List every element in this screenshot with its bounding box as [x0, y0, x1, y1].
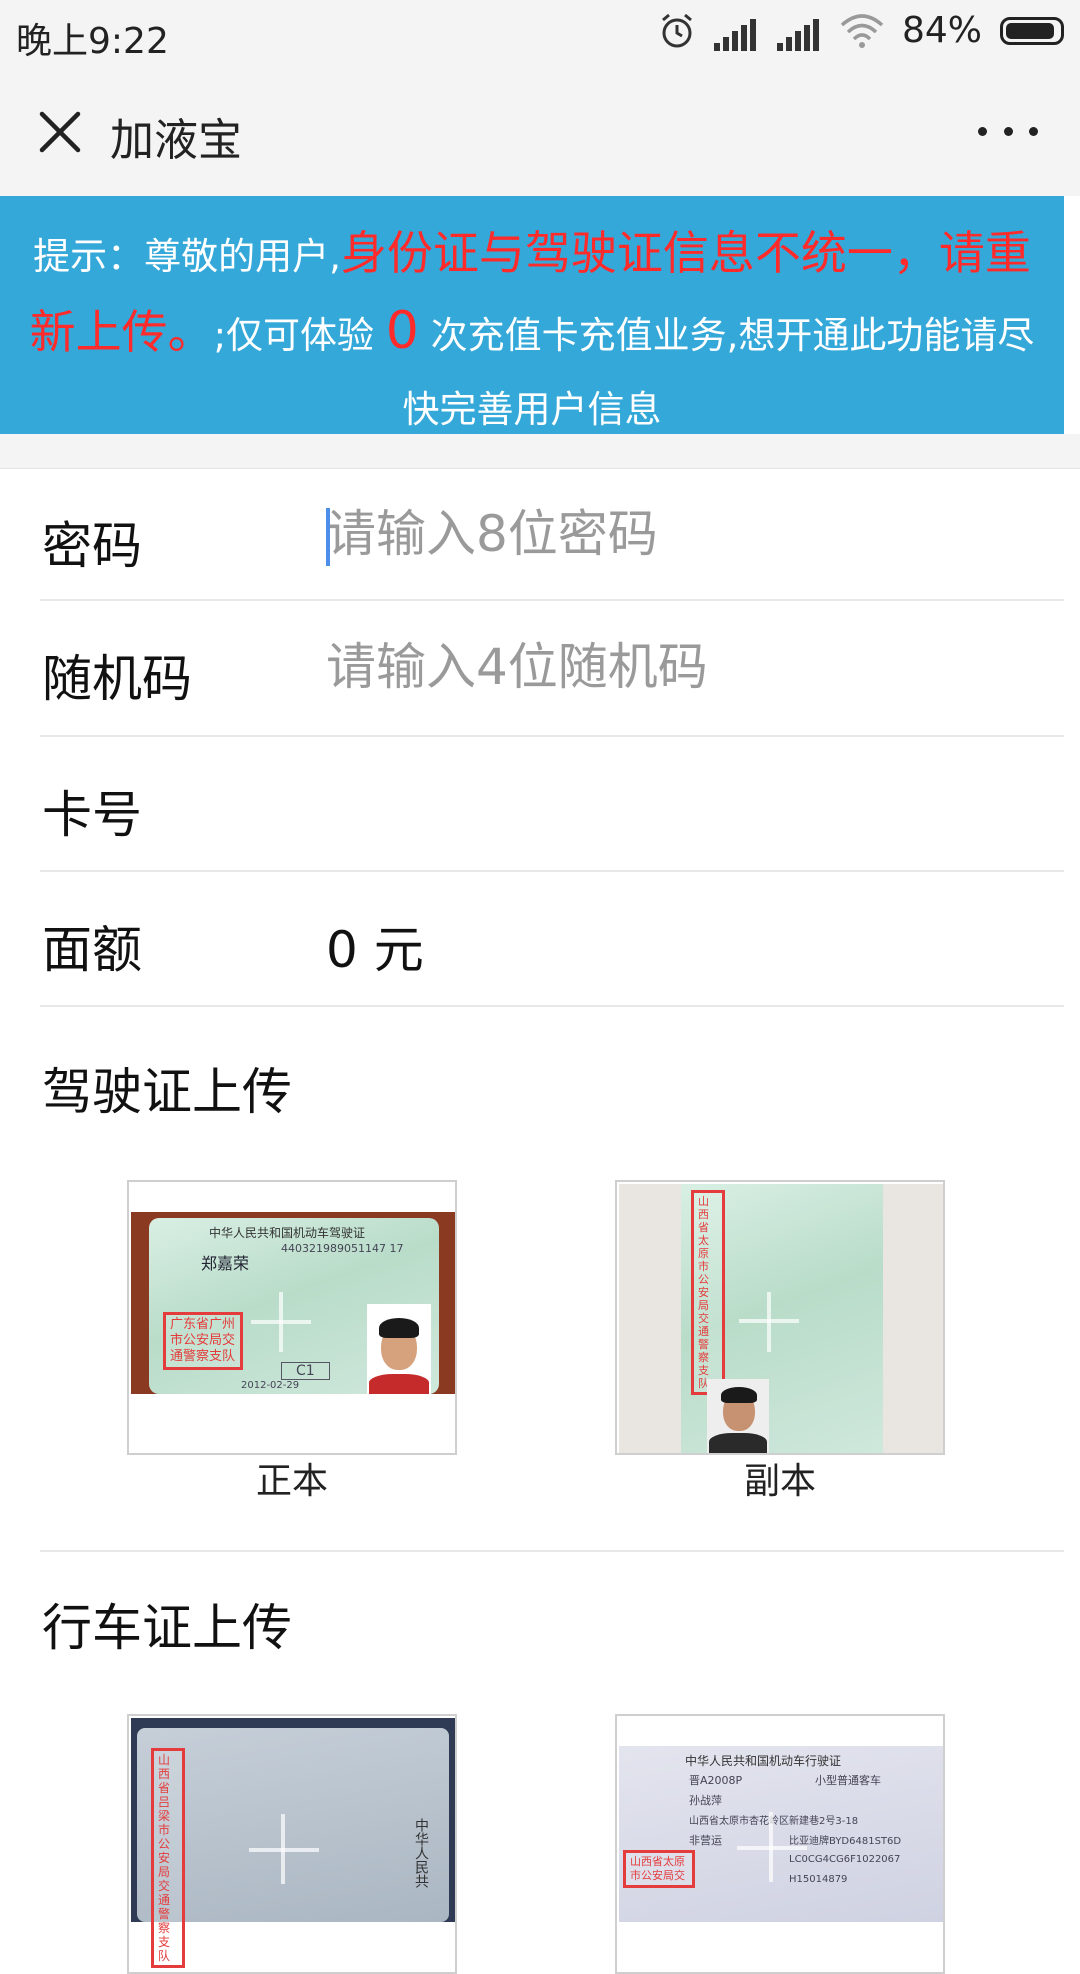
notice-banner: 提示：尊敬的用户,身份证与驾驶证信息不统一，请重新上传。;仅可体验 0 次充值卡…: [0, 196, 1064, 434]
signal-icon: [713, 11, 759, 51]
vehicle-license-title: 行车证上传: [42, 1599, 292, 1657]
notice-middle: ;仅可体验: [213, 314, 375, 357]
section-divider: [40, 1550, 1064, 1552]
card-number-row: 卡号: [40, 737, 1064, 872]
notice-prefix: 提示：尊敬的用户,: [33, 235, 341, 278]
wifi-icon: [840, 13, 884, 48]
driver-license-title: 驾驶证上传: [42, 1063, 292, 1121]
vehicle-license-front-upload[interactable]: 山西省吕梁 市公安局交 通警察支队 中华人民共: [127, 1714, 457, 1974]
vehicle-license-front-photo: 山西省吕梁 市公安局交 通警察支队 中华人民共: [131, 1718, 455, 1968]
driver-license-front-photo: 中华人民共和国机动车驾驶证 郑嘉荣 440321989051147 17 广东省…: [131, 1212, 455, 1394]
battery-percent: 84%: [901, 10, 982, 51]
battery-icon: [1000, 16, 1064, 45]
nav-bar: 加液宝: [0, 68, 1080, 196]
vehicle-license-back-upload[interactable]: 中华人民共和国机动车行驶证 晋A2008P 小型普通客车 孙战萍 山西省太原市杏…: [615, 1714, 945, 1974]
nav-title: 加液宝: [110, 115, 242, 166]
driver-license-front-upload[interactable]: 中华人民共和国机动车驾驶证 郑嘉荣 440321989051147 17 广东省…: [127, 1180, 457, 1455]
random-code-label: 随机码: [42, 650, 192, 708]
password-label: 密码: [42, 517, 142, 575]
amount-value: 0 元: [326, 921, 424, 979]
driver-license-back-caption: 副本: [743, 1461, 816, 1502]
driver-license-back-upload[interactable]: 山西省太原 市公安局交 通警察支队: [615, 1180, 945, 1455]
status-time: 晚上9:22: [16, 21, 169, 62]
status-bar: 晚上9:22 84%: [0, 0, 1080, 68]
random-code-input[interactable]: [326, 629, 1026, 705]
more-icon[interactable]: [978, 116, 1038, 146]
section-gap: [0, 434, 1080, 469]
status-icons: 84%: [658, 10, 1064, 51]
signal-icon: [776, 11, 822, 51]
notice-count: 0: [385, 301, 419, 361]
notice-suffix: 次充值卡充值业务,想开通此功能请尽快完善用户信息: [402, 314, 1035, 431]
amount-row: 面额 0 元: [40, 872, 1064, 1007]
driver-license-front-caption: 正本: [255, 1461, 328, 1502]
password-input[interactable]: [326, 496, 1026, 572]
close-icon[interactable]: [32, 104, 88, 160]
card-number-label: 卡号: [42, 786, 142, 844]
text-caret: [326, 508, 330, 566]
random-code-row: 随机码: [40, 601, 1064, 737]
driver-license-back-photo: 山西省太原 市公安局交 通警察支队: [619, 1184, 943, 1453]
password-row: 密码: [40, 468, 1064, 601]
vehicle-license-back-photo: 中华人民共和国机动车行驶证 晋A2008P 小型普通客车 孙战萍 山西省太原市杏…: [619, 1746, 943, 1922]
amount-label: 面额: [42, 921, 142, 979]
alarm-icon: [662, 13, 692, 47]
